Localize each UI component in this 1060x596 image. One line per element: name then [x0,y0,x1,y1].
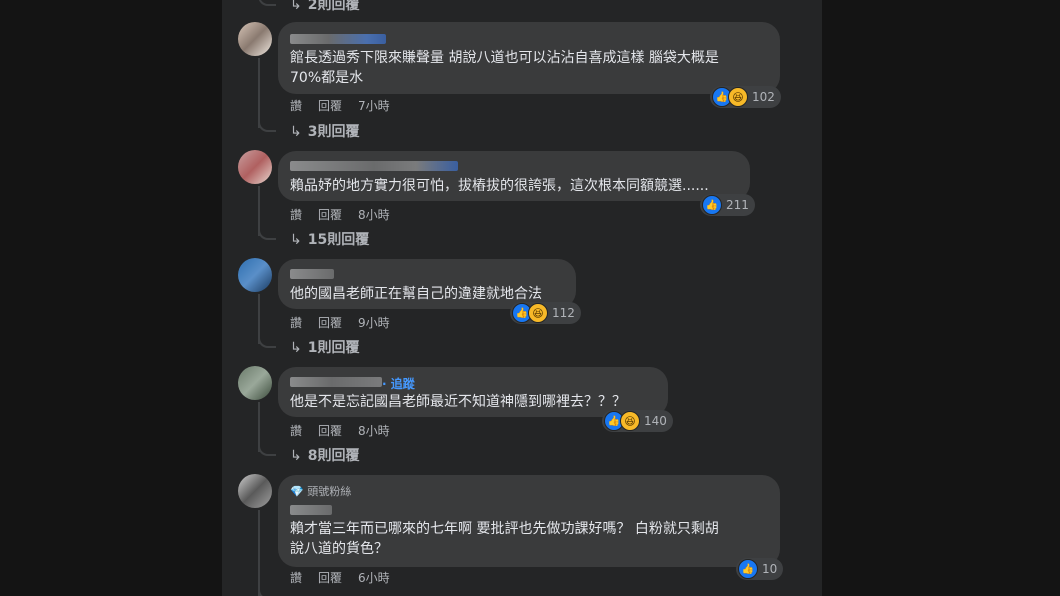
timestamp[interactable]: 8小時 [358,424,390,438]
blurred-author-name[interactable] [290,161,458,171]
laughing-face-icon: 😆 [528,303,548,323]
thread-line [258,58,260,128]
comment-actions: 讚 回覆 9小時 [290,314,406,331]
timestamp[interactable]: 8小時 [358,208,390,222]
reply-arrow-icon: ↳ [290,0,302,13]
reaction-summary[interactable]: 👍 😆 102 [710,86,781,108]
comment-actions: 讚 回覆 8小時 [290,206,406,223]
comment-text-line: 他是不是忘記國昌老師最近不知道神隱到哪裡去？？？ [290,394,626,410]
avatar[interactable] [238,474,272,508]
thread-connector [258,228,276,240]
blurred-author-name[interactable] [290,269,334,279]
comment-text-line: 賴品妤的地方實力很可怕，拔樁拔的很誇張，這次根本同額競選...... [290,178,709,194]
reaction-count: 112 [552,306,575,320]
comment-bubble: 館長透過秀下限來賺聲量 胡說八道也可以沾沾自喜成這樣 腦袋大概是 70%都是水 [278,22,780,94]
thread-connector [258,444,276,456]
reaction-summary[interactable]: 👍 10 [736,558,784,580]
avatar[interactable] [238,258,272,292]
view-replies-link[interactable]: ↳ 15則回覆 [290,229,369,249]
thread-line [258,510,260,596]
laughing-face-icon: 😆 [728,87,748,107]
like-button[interactable]: 讚 [290,99,302,113]
comment-bubble: 💎 頭號粉絲 賴才當三年而已哪來的七年啊 要批評也先做功課好嗎？ 白粉就只剩胡 … [278,475,780,567]
follow-link[interactable]: · 追蹤 [382,375,415,392]
blurred-author-name[interactable] [290,34,386,44]
comment-text-line: 說八道的貨色？ [290,541,388,557]
comment-text-line: 館長透過秀下限來賺聲量 胡說八道也可以沾沾自喜成這樣 腦袋大概是 [290,50,719,66]
avatar[interactable] [238,22,272,56]
timestamp[interactable]: 9小時 [358,316,390,330]
avatar[interactable] [238,150,272,184]
thread-connector [258,120,276,132]
reaction-summary[interactable]: 👍 😆 112 [510,302,581,324]
blurred-author-name[interactable] [290,505,332,515]
thread-connector [258,336,276,348]
like-button[interactable]: 讚 [290,424,302,438]
reply-button[interactable]: 回覆 [318,208,342,222]
comment-text-line: 70%都是水 [290,70,364,86]
comment-actions: 讚 回覆 8小時 [290,422,406,439]
avatar[interactable] [238,366,272,400]
thumbs-up-icon: 👍 [738,559,758,579]
reply-arrow-icon: ↳ [290,232,302,248]
reply-arrow-icon: ↳ [290,340,302,356]
laughing-face-icon: 😆 [620,411,640,431]
diamond-icon: 💎 [290,485,304,498]
reply-button[interactable]: 回覆 [318,316,342,330]
reaction-count: 102 [752,90,775,104]
comment-bubble: 賴品妤的地方實力很可怕，拔樁拔的很誇張，這次根本同額競選...... [278,151,750,201]
thread-connector [258,0,276,6]
view-replies-link[interactable]: ↳ 1則回覆 [290,337,359,357]
comments-panel: ↳ 2則回覆 館長透過秀下限來賺聲量 胡說八道也可以沾沾自喜成這樣 腦袋大概是 7… [222,0,822,596]
reaction-count: 140 [644,414,667,428]
reply-button[interactable]: 回覆 [318,571,342,585]
top-fan-badge: 💎 頭號粉絲 [290,485,352,498]
view-replies-link[interactable]: ↳ 8則回覆 [290,445,359,465]
reaction-summary[interactable]: 👍 😆 140 [602,410,673,432]
comment-actions: 讚 回覆 6小時 [290,569,406,586]
comment-text-line: 他的國昌老師正在幫自己的違建就地合法 [290,286,542,302]
comment-actions: 讚 回覆 7小時 [290,97,406,114]
blurred-author-name[interactable] [290,377,382,387]
comment-text-line: 賴才當三年而已哪來的七年啊 要批評也先做功課好嗎？ 白粉就只剩胡 [290,521,719,537]
like-button[interactable]: 讚 [290,316,302,330]
timestamp[interactable]: 6小時 [358,571,390,585]
view-replies-link[interactable]: ↳ 2則回覆 [290,0,359,14]
thread-connector [258,588,276,596]
view-replies-link[interactable]: ↳ 3則回覆 [290,121,359,141]
timestamp[interactable]: 7小時 [358,99,390,113]
reaction-count: 10 [762,562,778,576]
like-button[interactable]: 讚 [290,571,302,585]
reaction-summary[interactable]: 👍 211 [700,194,755,216]
reply-arrow-icon: ↳ [290,124,302,140]
reply-arrow-icon: ↳ [290,448,302,464]
like-button[interactable]: 讚 [290,208,302,222]
thumbs-up-icon: 👍 [702,195,722,215]
reply-button[interactable]: 回覆 [318,99,342,113]
reaction-count: 211 [726,198,749,212]
reply-button[interactable]: 回覆 [318,424,342,438]
